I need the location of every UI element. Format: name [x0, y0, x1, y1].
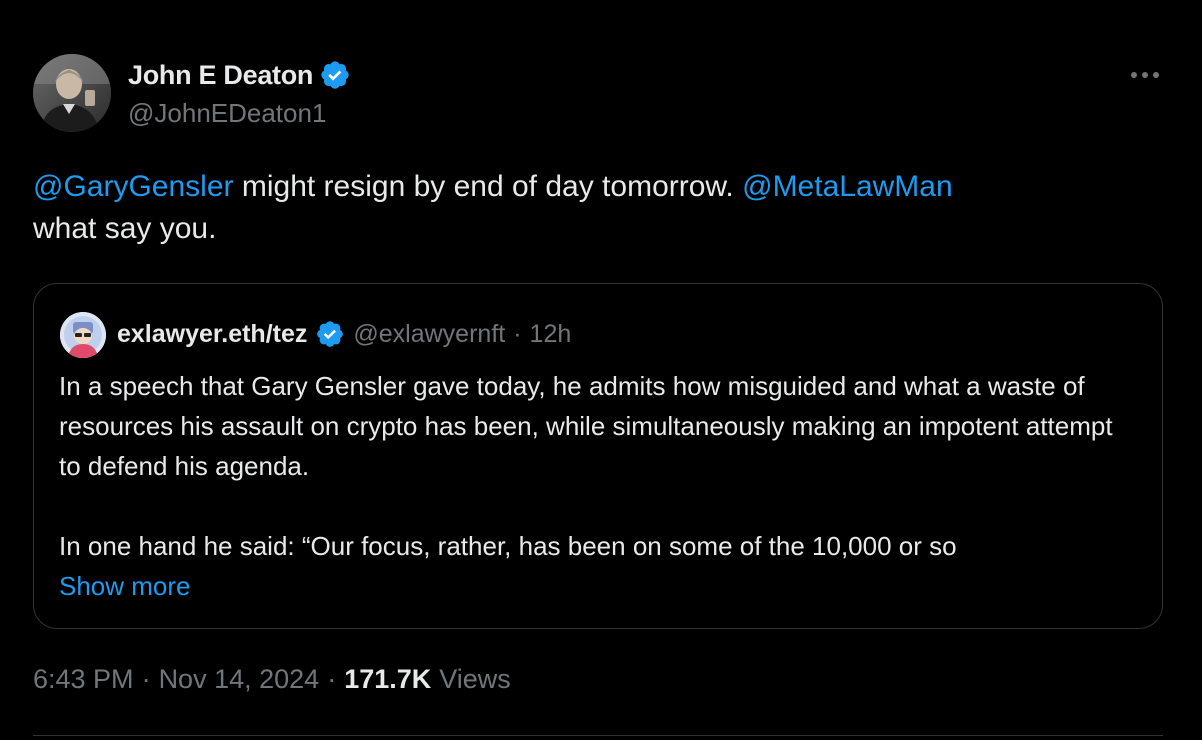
views-count[interactable]: 171.7K — [344, 664, 431, 695]
more-options-icon — [1131, 72, 1159, 78]
quote-verified-badge-icon — [315, 319, 345, 349]
quote-author-avatar[interactable] — [60, 312, 106, 358]
mention-gary-gensler[interactable]: @GaryGensler — [33, 170, 234, 203]
quote-avatar-image — [60, 312, 106, 358]
tweet-metadata: 6:43 PM · Nov 14, 2024 · 171.7K Views — [33, 664, 511, 695]
author-name[interactable]: John E Deaton — [128, 60, 313, 91]
quote-header: exlawyer.eth/tez @exlawyernft · 12h — [117, 314, 571, 354]
tweet-text: @GaryGensler might resign by end of day … — [33, 166, 1143, 250]
quote-paragraph-gap — [59, 486, 1139, 526]
mention-metalawman[interactable]: @MetaLawMan — [742, 170, 953, 203]
quote-author-handle[interactable]: @exlawyernft — [353, 320, 505, 349]
meta-separator-2: · — [327, 664, 337, 694]
author-name-row: John E Deaton — [128, 58, 351, 92]
quote-paragraph-2: In one hand he said: “Our focus, rather,… — [59, 531, 957, 561]
tweet-text-part-1: might resign by end of day tomorrow. — [233, 170, 743, 203]
tweet-card: John E Deaton @JohnEDeaton1 @GaryGensler… — [0, 0, 1202, 740]
tweet-time[interactable]: 6:43 PM — [33, 664, 134, 695]
author-avatar[interactable] — [33, 54, 111, 132]
author-handle[interactable]: @JohnEDeaton1 — [128, 98, 326, 129]
more-options-button[interactable] — [1124, 58, 1166, 92]
quote-timestamp[interactable]: 12h — [530, 320, 572, 349]
quote-paragraph-1: In a speech that Gary Gensler gave today… — [59, 371, 1113, 481]
bottom-divider — [33, 735, 1163, 736]
show-more-link[interactable]: Show more — [59, 566, 1139, 606]
verified-badge-icon[interactable] — [319, 59, 351, 91]
quote-separator: · — [513, 319, 522, 348]
quote-body: In a speech that Gary Gensler gave today… — [59, 366, 1139, 606]
quoted-tweet[interactable]: exlawyer.eth/tez @exlawyernft · 12h In a… — [33, 283, 1163, 629]
tweet-date[interactable]: Nov 14, 2024 — [159, 664, 320, 695]
author-avatar-image — [33, 54, 111, 132]
tweet-text-part-2: what say you. — [33, 212, 217, 245]
meta-separator-1: · — [141, 664, 151, 694]
quote-author-name[interactable]: exlawyer.eth/tez — [117, 320, 307, 349]
views-label: Views — [439, 664, 511, 694]
